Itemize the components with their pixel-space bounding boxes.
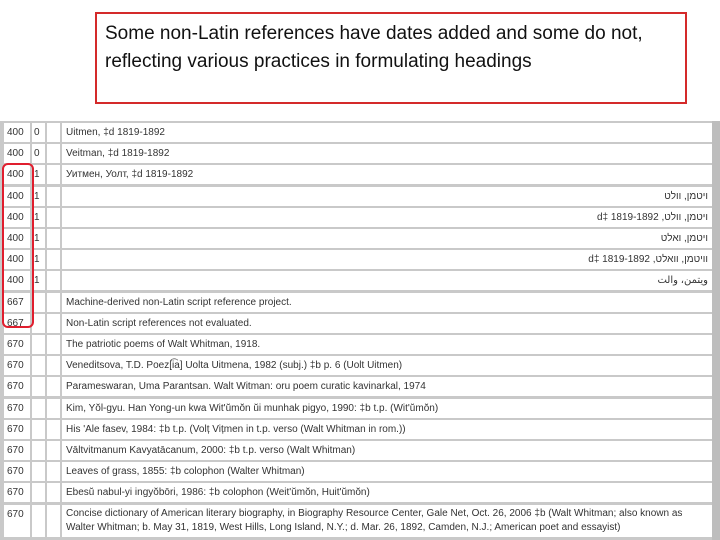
field-value: His 'Ale fasev, 1984: ‡b t.p. (Volț Vițm… bbox=[62, 419, 712, 439]
indicator-1 bbox=[32, 462, 45, 482]
field-value: Veitman, ‡d 1819-1892 bbox=[62, 144, 712, 164]
indicator-2 bbox=[47, 123, 60, 142]
field-value: ויטמן, וולט, 1819-1892 ‡d bbox=[62, 207, 712, 227]
indicator-2 bbox=[47, 462, 60, 482]
field-value: Parameswaran, Uma Parantsan. Walt Witman… bbox=[62, 377, 712, 397]
field-value: וויטמן, וואלט, 1819-1892 ‡d bbox=[62, 250, 712, 270]
marc-field-row: 667 Machine-derived non-Latin script refe… bbox=[0, 292, 720, 312]
marc-field-row: 670 The patriotic poems of Walt Whitman, … bbox=[0, 335, 720, 354]
field-tag: 670 bbox=[4, 377, 30, 397]
marc-field-row: 670 Ebesŭ nabul-yi ingyŏbōri, 1986: ‡b co… bbox=[0, 483, 720, 503]
indicator-1 bbox=[32, 356, 45, 376]
field-tag: 670 bbox=[4, 398, 30, 418]
field-value: Concise dictionary of American literary … bbox=[62, 504, 712, 537]
marc-field-row: 670 His 'Ale fasev, 1984: ‡b t.p. (Volț V… bbox=[0, 419, 720, 439]
field-value: The patriotic poems of Walt Whitman, 191… bbox=[62, 335, 712, 354]
marc-field-row: 400 1 וויטמן, וואלט, 1819-1892 ‡d bbox=[0, 250, 720, 270]
indicator-2 bbox=[47, 250, 60, 270]
indicator-2 bbox=[47, 313, 60, 333]
marc-field-row: 400 1 ויטמן, ואלט bbox=[0, 229, 720, 248]
field-value: Ebesŭ nabul-yi ingyŏbōri, 1986: ‡b colop… bbox=[62, 483, 712, 503]
field-value: ويتمن، والت bbox=[62, 271, 712, 291]
marc-field-row: 400 1 ויטמן, וולט, 1819-1892 ‡d bbox=[0, 207, 720, 227]
callout-text: Some non-Latin references have dates add… bbox=[105, 23, 643, 72]
field-tag: 400 bbox=[4, 123, 30, 142]
highlight-box bbox=[2, 163, 34, 328]
marc-field-row: 400 1 ويتمن، والت bbox=[0, 271, 720, 291]
marc-field-row: 670 Vāltvitmanum Kavyatācanum, 2000: ‡b t… bbox=[0, 441, 720, 460]
field-tag: 670 bbox=[4, 441, 30, 460]
indicator-1 bbox=[32, 398, 45, 418]
marc-field-row: 667 Non-Latin script references not evalu… bbox=[0, 313, 720, 333]
field-tag: 670 bbox=[4, 335, 30, 354]
marc-field-row: 670 Kim, Yŏl-gyu. Han Yong-un kwa Wit'ŭmŏ… bbox=[0, 398, 720, 418]
marc-field-row: 670 Parameswaran, Uma Parantsan. Walt Wit… bbox=[0, 377, 720, 397]
indicator-2 bbox=[47, 356, 60, 376]
field-tag: 670 bbox=[4, 356, 30, 376]
field-tag: 670 bbox=[4, 504, 30, 537]
field-value: Uitmen, ‡d 1819-1892 bbox=[62, 123, 712, 142]
indicator-2 bbox=[47, 483, 60, 503]
scrollbar-track[interactable] bbox=[712, 121, 720, 540]
field-tag: 670 bbox=[4, 462, 30, 482]
indicator-1 bbox=[32, 441, 45, 460]
indicator-1 bbox=[32, 377, 45, 397]
field-tag: 670 bbox=[4, 419, 30, 439]
indicator-1: 0 bbox=[32, 123, 45, 142]
indicator-2 bbox=[47, 504, 60, 537]
field-value: Non-Latin script references not evaluate… bbox=[62, 313, 712, 333]
field-value: Kim, Yŏl-gyu. Han Yong-un kwa Wit'ŭmŏn ŭ… bbox=[62, 398, 712, 418]
field-value: ויטמן, וולט bbox=[62, 186, 712, 206]
field-value: Veneditsova, T.D. Poez[i͡a] Uolta Uitmen… bbox=[62, 356, 712, 376]
indicator-2 bbox=[47, 441, 60, 460]
marc-field-row: 400 0 Veitman, ‡d 1819-1892 bbox=[0, 144, 720, 164]
indicator-2 bbox=[47, 398, 60, 418]
field-value: Machine-derived non-Latin script referen… bbox=[62, 292, 712, 312]
indicator-1: 0 bbox=[32, 144, 45, 164]
marc-field-row: 670 Veneditsova, T.D. Poez[i͡a] Uolta Uit… bbox=[0, 356, 720, 376]
field-value: ויטמן, ואלט bbox=[62, 229, 712, 248]
indicator-2 bbox=[47, 271, 60, 291]
indicator-2 bbox=[47, 186, 60, 206]
indicator-1 bbox=[32, 335, 45, 354]
indicator-1 bbox=[32, 483, 45, 503]
marc-field-row: 400 1 ויטמן, וולט bbox=[0, 186, 720, 206]
indicator-2 bbox=[47, 144, 60, 164]
indicator-2 bbox=[47, 229, 60, 248]
indicator-2 bbox=[47, 377, 60, 397]
authority-record-table: 400 0 Uitmen, ‡d 1819-1892 400 0 Veitman, ‡d … bbox=[0, 121, 720, 540]
field-tag: 400 bbox=[4, 144, 30, 164]
indicator-2 bbox=[47, 207, 60, 227]
indicator-2 bbox=[47, 335, 60, 354]
indicator-1 bbox=[32, 504, 45, 537]
indicator-1 bbox=[32, 419, 45, 439]
field-value: Leaves of grass, 1855: ‡b colophon (Walt… bbox=[62, 462, 712, 482]
field-tag: 670 bbox=[4, 483, 30, 503]
indicator-2 bbox=[47, 292, 60, 312]
field-value: Vāltvitmanum Kavyatācanum, 2000: ‡b t.p.… bbox=[62, 441, 712, 460]
marc-field-row: 400 1 Уитмен, Уолт, ‡d 1819-1892 bbox=[0, 165, 720, 185]
field-value: Уитмен, Уолт, ‡d 1819-1892 bbox=[62, 165, 712, 185]
annotation-callout: Some non-Latin references have dates add… bbox=[95, 12, 687, 104]
marc-field-row: 670 Concise dictionary of American litera… bbox=[0, 504, 720, 537]
indicator-2 bbox=[47, 419, 60, 439]
marc-field-row: 670 Leaves of grass, 1855: ‡b colophon (W… bbox=[0, 462, 720, 482]
marc-field-row: 400 0 Uitmen, ‡d 1819-1892 bbox=[0, 123, 720, 142]
indicator-2 bbox=[47, 165, 60, 185]
